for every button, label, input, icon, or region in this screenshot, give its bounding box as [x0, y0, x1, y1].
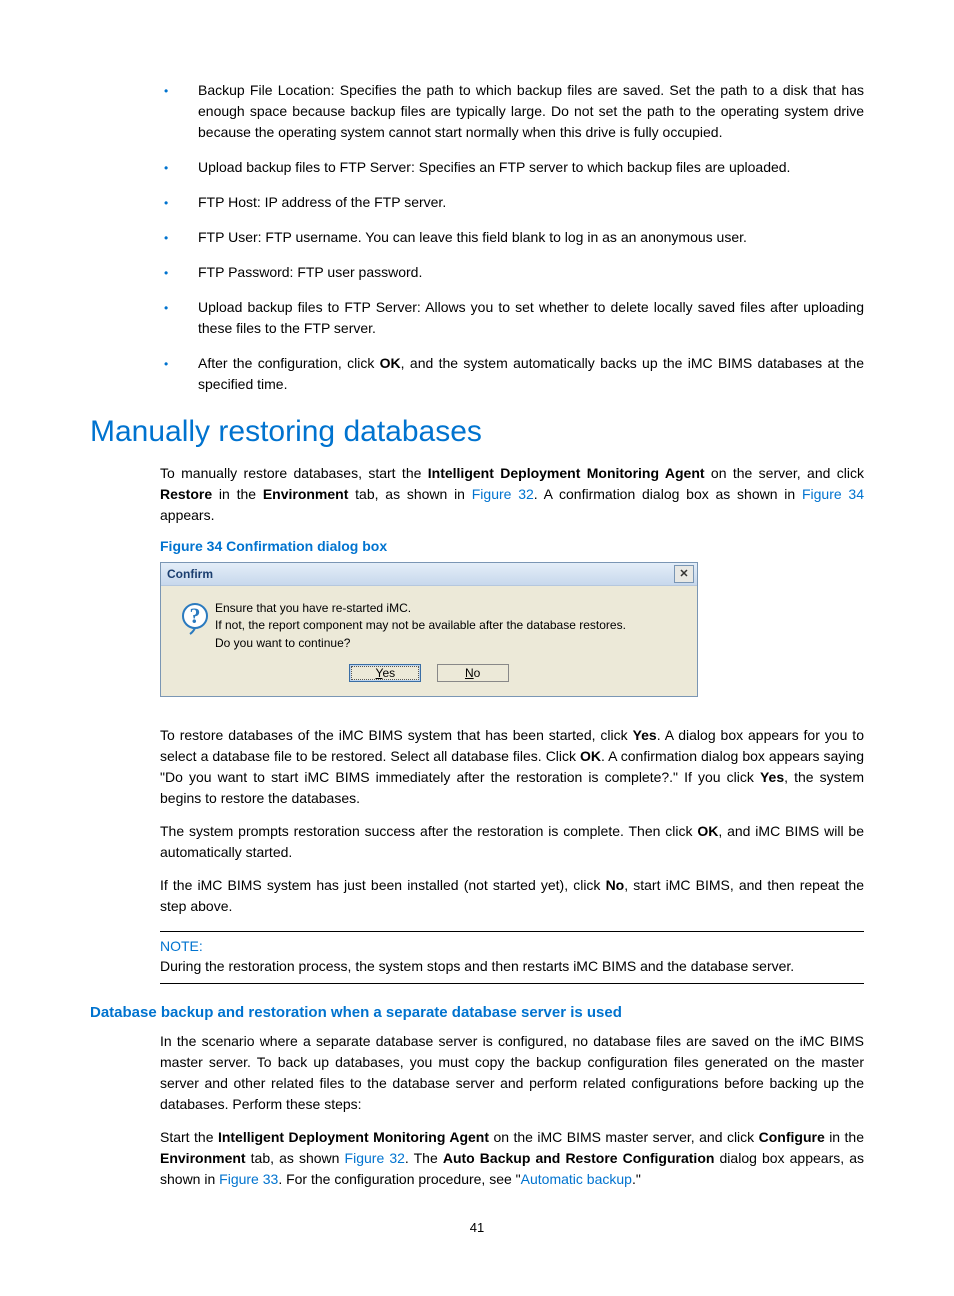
list-item: Upload backup files to FTP Server: Speci… [90, 157, 864, 178]
close-icon: ✕ [679, 569, 688, 580]
link-figure-32[interactable]: Figure 32 [472, 486, 534, 502]
list-item: FTP User: FTP username. You can leave th… [90, 227, 864, 248]
list-item: Upload backup files to FTP Server: Allow… [90, 297, 864, 339]
no-button[interactable]: No [437, 664, 509, 682]
svg-text:?: ? [190, 603, 201, 628]
list-item: Backup File Location: Specifies the path… [90, 80, 864, 143]
subsection-heading: Database backup and restoration when a s… [90, 1004, 864, 1021]
note-label: NOTE: [160, 938, 864, 954]
dialog-message: Ensure that you have re-started iMC. If … [215, 600, 683, 652]
note-box: NOTE: During the restoration process, th… [160, 931, 864, 984]
close-button[interactable]: ✕ [674, 565, 694, 583]
yes-button[interactable]: Yes [349, 664, 421, 682]
paragraph: Start the Intelligent Deployment Monitor… [160, 1127, 864, 1190]
confirm-dialog: Confirm ✕ ? Ensure that you have re-star… [160, 562, 698, 697]
paragraph: If the iMC BIMS system has just been ins… [160, 875, 864, 917]
link-figure-33[interactable]: Figure 33 [219, 1171, 278, 1187]
dialog-title: Confirm [167, 567, 213, 581]
question-icon: ? [175, 600, 215, 652]
page-number: 41 [90, 1220, 864, 1235]
paragraph: The system prompts restoration success a… [160, 821, 864, 863]
list-item: After the configuration, click OK, and t… [90, 353, 864, 395]
link-figure-32b[interactable]: Figure 32 [345, 1150, 405, 1166]
list-item: FTP Host: IP address of the FTP server. [90, 192, 864, 213]
bullet-list: Backup File Location: Specifies the path… [90, 80, 864, 395]
page-content: Backup File Location: Specifies the path… [0, 0, 954, 1275]
paragraph: To restore databases of the iMC BIMS sys… [160, 725, 864, 809]
note-text: During the restoration process, the syst… [160, 956, 864, 977]
section-heading: Manually restoring databases [90, 415, 864, 449]
link-automatic-backup[interactable]: Automatic backup [521, 1171, 632, 1187]
list-item: FTP Password: FTP user password. [90, 262, 864, 283]
dialog-titlebar: Confirm ✕ [161, 563, 697, 586]
paragraph: To manually restore databases, start the… [160, 463, 864, 526]
link-figure-34[interactable]: Figure 34 [802, 486, 864, 502]
figure-caption: Figure 34 Confirmation dialog box [160, 538, 864, 554]
paragraph: In the scenario where a separate databas… [160, 1031, 864, 1115]
